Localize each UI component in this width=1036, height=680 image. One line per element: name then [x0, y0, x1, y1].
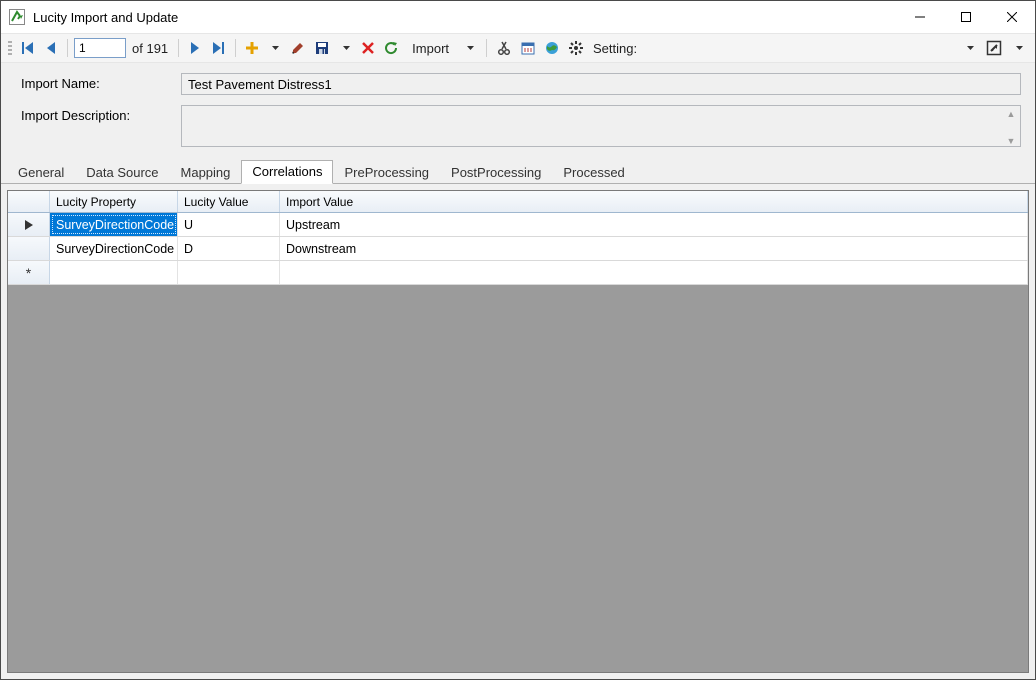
cell-lucity-property[interactable] [50, 261, 178, 284]
cell-lucity-value[interactable]: D [178, 237, 280, 260]
maximize-button[interactable] [943, 1, 989, 33]
grid-row-new[interactable]: * [8, 261, 1028, 285]
popout-button[interactable] [982, 37, 1006, 59]
grid-header-import-value[interactable]: Import Value [280, 191, 1028, 212]
cell-import-value[interactable] [280, 261, 1028, 284]
app-icon [9, 9, 25, 25]
popout-dropdown-button[interactable] [1009, 37, 1029, 59]
tab-processed[interactable]: Processed [552, 161, 635, 184]
app-window: Lucity Import and Update [0, 0, 1036, 680]
tab-postprocessing[interactable]: PostProcessing [440, 161, 552, 184]
cell-import-value[interactable]: Downstream [280, 237, 1028, 260]
tab-preprocessing[interactable]: PreProcessing [333, 161, 440, 184]
next-record-button[interactable] [185, 37, 205, 59]
grid-header-lucity-value[interactable]: Lucity Value [178, 191, 280, 212]
import-dropdown-button[interactable] [460, 37, 480, 59]
import-button[interactable]: Import [404, 37, 457, 59]
prev-record-button[interactable] [41, 37, 61, 59]
close-button[interactable] [989, 1, 1035, 33]
delete-button[interactable] [358, 37, 378, 59]
cut-button[interactable] [493, 37, 515, 59]
toolbar-separator [235, 39, 236, 57]
edit-button[interactable] [287, 37, 309, 59]
page-total-label: of 191 [128, 41, 172, 56]
titlebar: Lucity Import and Update [1, 1, 1035, 33]
tab-correlations[interactable]: Correlations [241, 160, 333, 184]
toolbar-separator [67, 39, 68, 57]
grid-container: Lucity Property Lucity Value Import Valu… [1, 184, 1035, 679]
cell-lucity-property[interactable]: SurveyDirectionCode [50, 213, 178, 236]
page-number-input[interactable] [74, 38, 126, 58]
grid-header-lucity-property[interactable]: Lucity Property [50, 191, 178, 212]
cell-lucity-property[interactable]: SurveyDirectionCode [50, 237, 178, 260]
cell-import-value[interactable]: Upstream [280, 213, 1028, 236]
tabstrip: General Data Source Mapping Correlations… [1, 160, 1035, 184]
cell-lucity-value[interactable]: U [178, 213, 280, 236]
calendar-button[interactable] [517, 37, 539, 59]
import-name-label: Import Name: [21, 73, 181, 91]
row-indicator-new-icon[interactable]: * [8, 261, 50, 284]
data-grid[interactable]: Lucity Property Lucity Value Import Valu… [7, 190, 1029, 673]
tab-general[interactable]: General [7, 161, 75, 184]
window-title: Lucity Import and Update [33, 10, 178, 25]
grid-row[interactable]: SurveyDirectionCode D Downstream [8, 237, 1028, 261]
settings-gear-button[interactable] [565, 37, 587, 59]
toolbar-separator [486, 39, 487, 57]
import-name-input[interactable] [181, 73, 1021, 95]
add-button[interactable] [242, 37, 262, 59]
toolbar-separator [178, 39, 179, 57]
tab-data-source[interactable]: Data Source [75, 161, 169, 184]
form-area: Import Name: Import Description: ▲▼ [1, 63, 1035, 160]
setting-dropdown-button[interactable] [960, 37, 980, 59]
grid-row[interactable]: SurveyDirectionCode U Upstream [8, 213, 1028, 237]
import-description-input[interactable] [181, 105, 1021, 147]
grid-header-row: Lucity Property Lucity Value Import Valu… [8, 191, 1028, 213]
cell-lucity-value[interactable] [178, 261, 280, 284]
refresh-button[interactable] [380, 37, 402, 59]
first-record-button[interactable] [17, 37, 39, 59]
tab-mapping[interactable]: Mapping [170, 161, 242, 184]
add-dropdown-button[interactable] [265, 37, 285, 59]
toolbar: of 191 Import [1, 33, 1035, 63]
row-indicator-current-icon[interactable] [8, 213, 50, 236]
globe-button[interactable] [541, 37, 563, 59]
last-record-button[interactable] [207, 37, 229, 59]
row-indicator[interactable] [8, 237, 50, 260]
toolbar-grip-icon [7, 38, 13, 58]
setting-label: Setting: [589, 41, 641, 56]
grid-header-selector[interactable] [8, 191, 50, 212]
textarea-scroll-icon: ▲▼ [1004, 109, 1018, 146]
save-button[interactable] [311, 37, 333, 59]
minimize-button[interactable] [897, 1, 943, 33]
import-description-label: Import Description: [21, 105, 181, 123]
save-dropdown-button[interactable] [336, 37, 356, 59]
